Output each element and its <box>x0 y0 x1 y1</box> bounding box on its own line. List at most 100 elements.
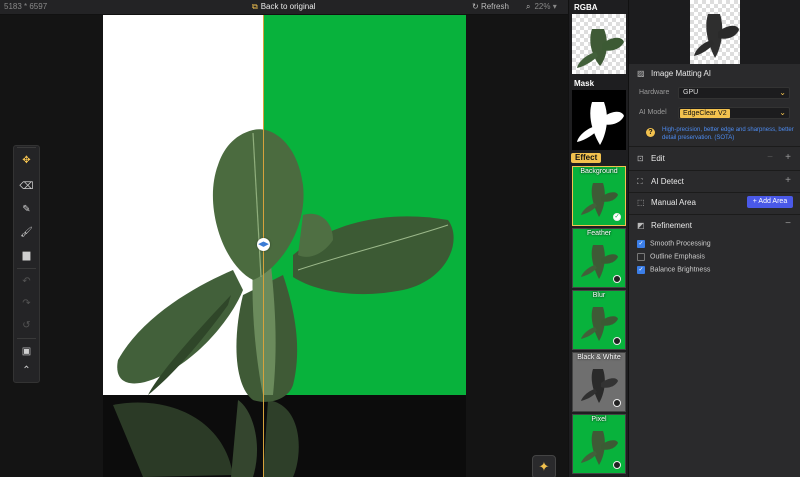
outline-emphasis-option[interactable]: Outline Emphasis <box>637 253 705 261</box>
mask-preview[interactable] <box>572 90 626 150</box>
option-label: Outline Emphasis <box>650 253 705 261</box>
radio-indicator <box>613 275 621 283</box>
scan-icon: ⛶ <box>637 177 643 186</box>
help-icon: ? <box>646 128 655 137</box>
edit-add-icon[interactable]: + <box>785 152 791 163</box>
refinement-title: Refinement <box>651 221 692 230</box>
crop-icon: ⊡ <box>637 154 644 163</box>
checkbox-checked-icon[interactable]: ✓ <box>637 240 645 248</box>
eraser-tool-icon[interactable]: ⌫ <box>19 179 34 194</box>
image-matting-title: Image Matting AI <box>651 69 712 78</box>
brush-tool-icon[interactable]: 🖌 <box>19 225 34 240</box>
divider <box>629 170 800 171</box>
chevron-down-icon: ⌄ <box>779 88 786 97</box>
effect-option-blur[interactable]: Blur <box>572 290 626 350</box>
ai-model-label: AI Model <box>639 109 667 116</box>
image-canvas[interactable]: ✥ ⌫ ✎ 🖌 ▆ ↶ ↷ ↺ ▣ ⌃ ✦ <box>0 15 568 477</box>
effect-name: Black & White <box>577 354 621 361</box>
effect-name: Background <box>580 168 618 175</box>
ai-detect-title: AI Detect <box>651 177 684 186</box>
divider <box>629 146 800 147</box>
tool-palette: ✥ ⌫ ✎ 🖌 ▆ ↶ ↷ ↺ ▣ ⌃ <box>13 145 40 383</box>
sparkle-icon: ✦ <box>538 459 550 474</box>
mask-label: Mask <box>574 79 595 88</box>
toolbar-divider <box>17 338 36 339</box>
rgba-preview[interactable] <box>572 14 626 74</box>
ai-model-value: EdgeClear V2 <box>680 109 730 118</box>
refine-icon: ◩ <box>637 221 645 230</box>
hardware-label: Hardware <box>639 89 670 96</box>
image-matting-section-title: ▨ Image Matting AI <box>637 69 711 78</box>
selection-icon: ⬚ <box>637 198 645 207</box>
output-column: RGBA Mask Effect Background ✓ Feather Bl… <box>568 0 629 477</box>
edit-section[interactable]: ⊡ Edit <box>637 154 665 163</box>
image-dimensions: 5183 * 6597 <box>4 2 48 11</box>
ai-model-select[interactable]: EdgeClear V2 ⌄ <box>678 107 790 119</box>
effect-option-black-white[interactable]: Black & White <box>572 352 626 412</box>
checkbox-checked-icon[interactable]: ✓ <box>637 266 645 274</box>
compare-icon: ⧉ <box>252 2 258 11</box>
toolbar-divider <box>17 147 36 148</box>
image-comparison-view <box>103 15 466 477</box>
undo-icon[interactable]: ↶ <box>19 274 34 289</box>
ai-enhance-button[interactable]: ✦ <box>532 455 556 477</box>
option-label: Smooth Processing <box>650 240 711 248</box>
radio-indicator <box>613 337 621 345</box>
move-tool-icon[interactable]: ✥ <box>19 153 34 168</box>
back-to-original-button[interactable]: ⧉ Back to original <box>252 2 315 12</box>
mask-thumbnail <box>577 102 624 145</box>
hardware-value: GPU <box>683 89 699 96</box>
balance-brightness-option[interactable]: ✓ Balance Brightness <box>637 266 710 274</box>
pen-tool-icon[interactable]: ✎ <box>19 202 34 217</box>
effect-name: Pixel <box>591 416 607 423</box>
effect-name: Feather <box>586 230 612 237</box>
ai-detect-add-icon[interactable]: + <box>785 175 791 186</box>
compare-slider-handle[interactable]: ◀▶ <box>257 238 270 251</box>
settings-panel: ▨ Image Matting AI Hardware GPU ⌄ AI Mode… <box>628 0 800 477</box>
radio-indicator <box>613 399 621 407</box>
zoom-value: 22% <box>534 2 551 11</box>
search-icon: ⌕ <box>526 2 531 11</box>
toolbar-divider <box>17 268 36 269</box>
image-icon: ▨ <box>637 69 645 78</box>
ai-detect-section[interactable]: ⛶ AI Detect <box>637 177 684 187</box>
radio-indicator <box>613 461 621 469</box>
plant-thumbnail <box>577 29 624 68</box>
plant-thumbnail <box>694 14 739 58</box>
plus-icon: + <box>752 198 757 205</box>
redo-icon[interactable]: ↷ <box>19 296 34 311</box>
result-preview[interactable] <box>629 0 800 64</box>
selected-check-icon: ✓ <box>613 213 621 221</box>
checkbox-unchecked-icon[interactable] <box>637 253 645 261</box>
chevron-down-icon: ⌄ <box>779 108 786 117</box>
edit-title: Edit <box>651 154 665 163</box>
rgba-label: RGBA <box>574 3 598 12</box>
effect-option-background[interactable]: Background ✓ <box>572 166 626 226</box>
top-bar: 5183 * 6597 ⧉ Back to original ↻ Refresh … <box>0 0 568 15</box>
refresh-label: Refresh <box>480 2 509 11</box>
refinement-section[interactable]: ◩ Refinement <box>637 221 692 230</box>
reset-icon[interactable]: ↺ <box>19 318 34 333</box>
paint-roller-icon[interactable]: ▆ <box>19 248 34 263</box>
manual-area-title: Manual Area <box>651 198 696 207</box>
edit-minus-icon[interactable]: − <box>767 152 773 163</box>
zoom-control[interactable]: ⌕ 22% ▾ <box>526 2 557 12</box>
effect-option-feather[interactable]: Feather <box>572 228 626 288</box>
effect-tag: Effect <box>571 153 602 163</box>
effect-option-pixel[interactable]: Pixel <box>572 414 626 474</box>
option-label: Balance Brightness <box>650 266 711 274</box>
add-area-button[interactable]: + Add Area <box>747 196 793 208</box>
divider <box>629 192 800 193</box>
refresh-icon: ↻ <box>472 2 479 11</box>
add-area-label: Add Area <box>758 198 788 205</box>
smooth-processing-option[interactable]: ✓ Smooth Processing <box>637 240 711 248</box>
back-to-original-label: Back to original <box>260 2 316 11</box>
ai-model-hint: High-precision, better edge and sharpnes… <box>662 127 794 141</box>
refresh-button[interactable]: ↻ Refresh <box>472 2 509 11</box>
refinement-collapse-icon[interactable]: − <box>785 218 791 229</box>
hardware-select[interactable]: GPU ⌄ <box>678 87 790 99</box>
fit-screen-icon[interactable]: ▣ <box>19 344 34 359</box>
manual-area-section: ⬚ Manual Area <box>637 198 696 207</box>
divider <box>629 214 800 215</box>
collapse-toolbar-icon[interactable]: ⌃ <box>19 363 34 378</box>
